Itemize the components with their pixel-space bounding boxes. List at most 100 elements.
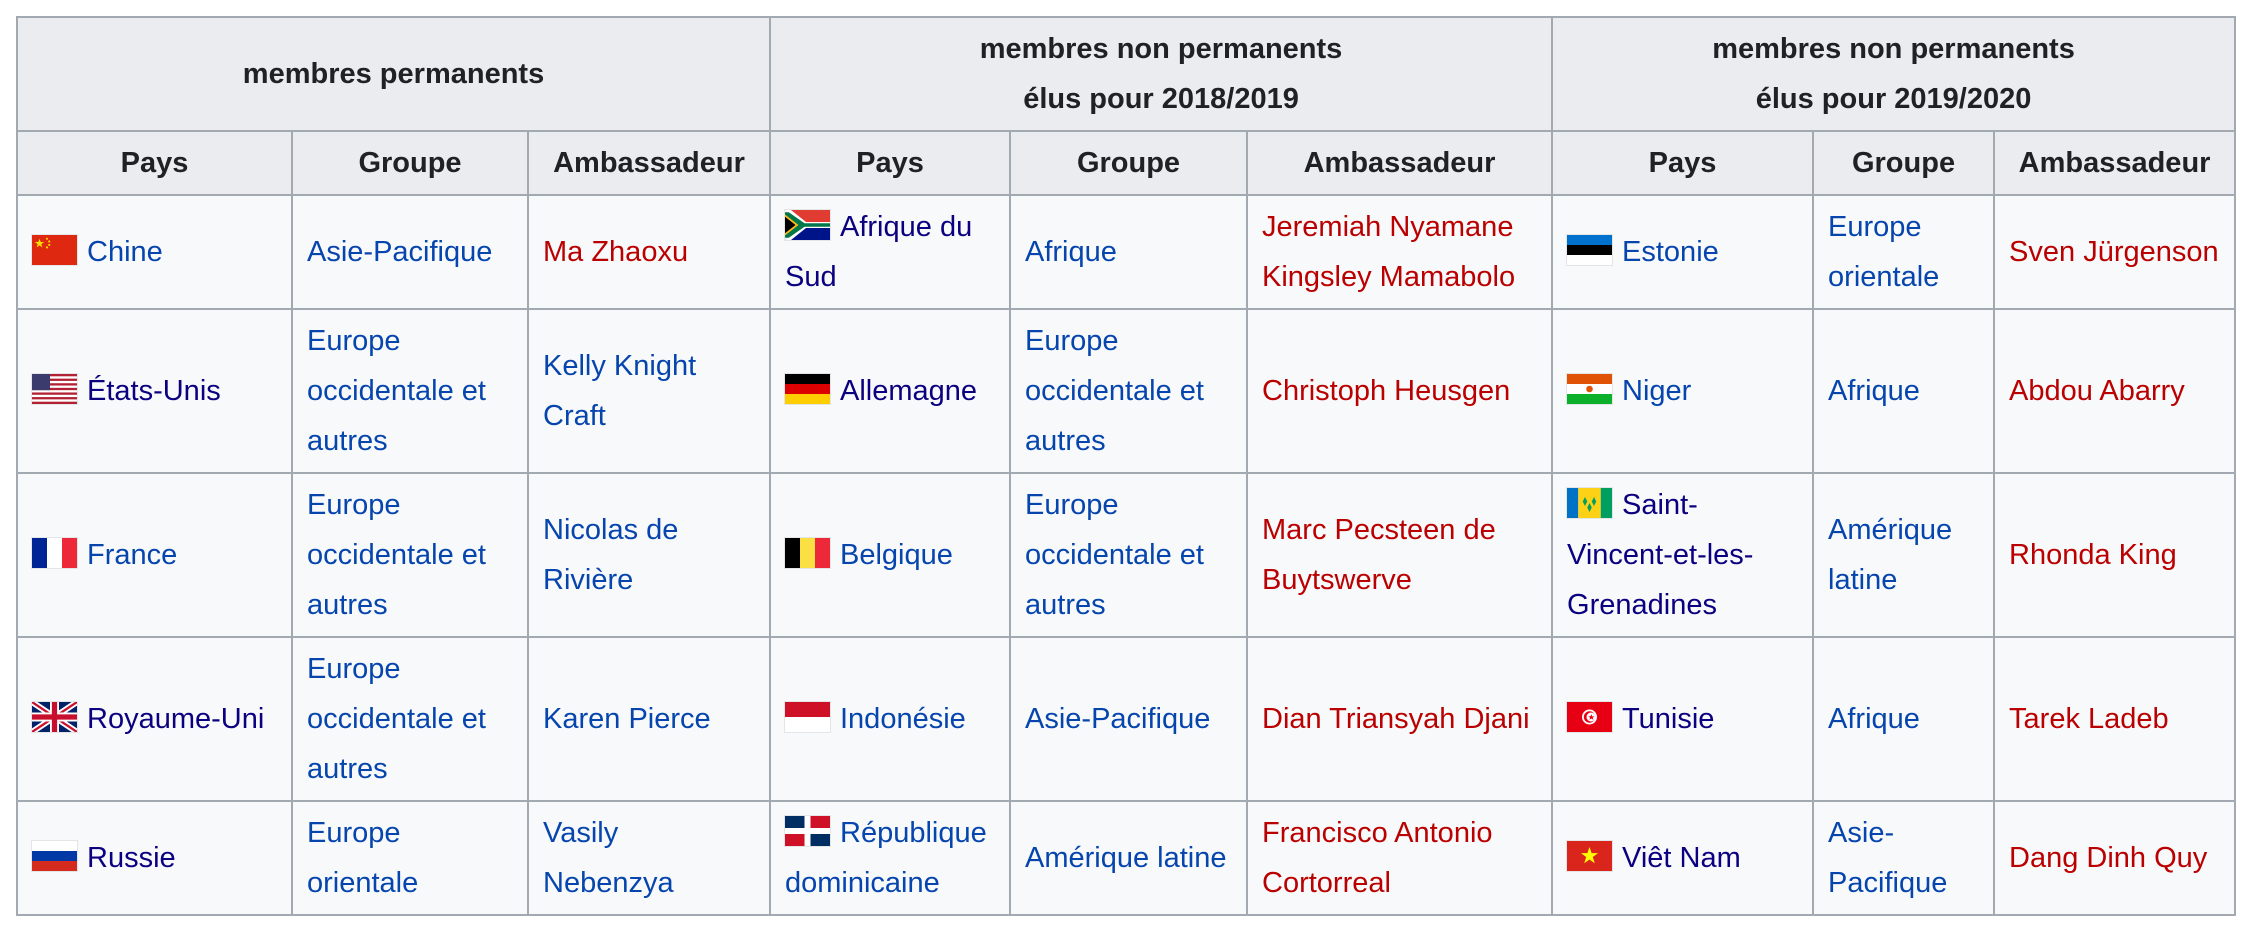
tunisia-flag-icon [1567, 702, 1613, 732]
country-cell: Indonésie [769, 636, 1011, 802]
column-header-ambassadeur: Ambassadeur [1245, 130, 1554, 196]
ambassador-link[interactable]: Dian Triansyah Djani [1262, 703, 1530, 735]
group-link[interactable]: Asie-Pacifique [307, 236, 492, 268]
group-link[interactable]: Afrique [1025, 236, 1117, 268]
country-cell: France [16, 472, 293, 638]
group-link[interactable]: Europe orientale [1828, 211, 1939, 293]
ambassador-cell: Abdou Abarry [1993, 308, 2237, 474]
ambassador-cell: Marc Pecsteen de Buytswerve [1245, 472, 1554, 638]
group-link[interactable]: Amérique latine [1828, 514, 1952, 596]
group-cell: Europe occidentale et autres [291, 472, 529, 638]
column-header-row: Pays Groupe Ambassadeur Pays Groupe Amba… [16, 130, 2237, 196]
country-cell: Afrique du Sud [769, 194, 1011, 310]
ambassador-link[interactable]: Sven Jürgenson [2009, 236, 2219, 268]
group-link[interactable]: Europe occidentale et autres [1025, 489, 1204, 621]
country-cell: Russie [16, 800, 293, 916]
group-cell: Asie-Pacifique [1009, 636, 1248, 802]
country-link[interactable]: Chine [87, 236, 163, 268]
group-header-nonpermanent-2018: membres non permanents élus pour 2018/201… [768, 16, 1554, 132]
group-cell: Europe occidentale et autres [291, 636, 529, 802]
column-header-pays: Pays [769, 130, 1011, 196]
group-link[interactable]: Afrique [1828, 703, 1920, 735]
ambassador-link[interactable]: Ma Zhaoxu [543, 236, 688, 268]
table-row: Russie Europe orientale Vasily Nebenzya … [16, 800, 2237, 916]
country-cell: Royaume-Uni [16, 636, 293, 802]
group-header-row: membres permanents membres non permanent… [16, 16, 2237, 132]
country-link[interactable]: Niger [1622, 375, 1691, 407]
country-link[interactable]: Estonie [1622, 236, 1719, 268]
country-link[interactable]: Allemagne [840, 375, 977, 407]
country-cell: Viêt Nam [1551, 800, 1815, 916]
country-link[interactable]: Tunisie [1622, 703, 1714, 735]
group-link[interactable]: Asie-Pacifique [1828, 817, 1947, 899]
group-header-permanent: membres permanents [16, 16, 771, 132]
country-link[interactable]: Viêt Nam [1622, 842, 1741, 874]
column-header-pays: Pays [1551, 130, 1815, 196]
ambassador-link[interactable]: Francisco Antonio Cortorreal [1262, 817, 1493, 899]
country-cell: Niger [1551, 308, 1815, 474]
ambassador-cell: Rhonda King [1993, 472, 2237, 638]
niger-flag-icon [1567, 374, 1613, 404]
ambassador-cell: Vasily Nebenzya [527, 800, 771, 916]
group-cell: Asie-Pacifique [1812, 800, 1996, 916]
country-link[interactable]: Belgique [840, 539, 953, 571]
column-header-groupe: Groupe [291, 130, 529, 196]
estonia-flag-icon [1567, 235, 1613, 265]
group-cell: Afrique [1812, 308, 1996, 474]
ambassador-cell: Nicolas de Rivière [527, 472, 771, 638]
ambassador-cell: Kelly Knight Craft [527, 308, 771, 474]
ambassador-link[interactable]: Vasily Nebenzya [543, 817, 674, 899]
ambassador-cell: Sven Jürgenson [1993, 194, 2237, 310]
group-link[interactable]: Asie-Pacifique [1025, 703, 1210, 735]
country-cell: Chine [16, 194, 293, 310]
ambassador-link[interactable]: Marc Pecsteen de Buytswerve [1262, 514, 1496, 596]
group-link[interactable]: Amérique latine [1025, 842, 1227, 874]
country-cell: États-Unis [16, 308, 293, 474]
vietnam-flag-icon [1567, 841, 1613, 871]
group-link[interactable]: Afrique [1828, 375, 1920, 407]
country-cell: République dominicaine [769, 800, 1011, 916]
ambassador-cell: Ma Zhaoxu [527, 194, 771, 310]
country-cell: Saint-Vincent-et-les-Grenadines [1551, 472, 1815, 638]
indonesia-flag-icon [785, 702, 830, 732]
group-cell: Asie-Pacifique [291, 194, 529, 310]
country-cell: Estonie [1551, 194, 1815, 310]
belgium-flag-icon [785, 538, 830, 568]
group-link[interactable]: Europe occidentale et autres [307, 653, 486, 785]
south-africa-flag-icon [785, 210, 830, 240]
group-link[interactable]: Europe occidentale et autres [1025, 325, 1204, 457]
column-header-pays: Pays [16, 130, 293, 196]
ambassador-link[interactable]: Abdou Abarry [2009, 375, 2185, 407]
ambassador-link[interactable]: Nicolas de Rivière [543, 514, 678, 596]
ambassador-cell: Dian Triansyah Djani [1245, 636, 1554, 802]
ambassador-link[interactable]: Kelly Knight Craft [543, 350, 696, 432]
group-cell: Afrique [1009, 194, 1248, 310]
country-cell: Allemagne [769, 308, 1011, 474]
ambassador-link[interactable]: Jeremiah Nyamane Kingsley Mamabolo [1262, 211, 1515, 293]
group-cell: Amérique latine [1812, 472, 1996, 638]
ambassador-link[interactable]: Rhonda King [2009, 539, 2177, 571]
country-link[interactable]: Royaume-Uni [87, 703, 264, 735]
table-row: États-Unis Europe occidentale et autres … [16, 308, 2237, 474]
country-link[interactable]: Indonésie [840, 703, 966, 735]
group-cell: Europe occidentale et autres [1009, 308, 1248, 474]
country-link[interactable]: France [87, 539, 177, 571]
ambassador-link[interactable]: Christoph Heusgen [1262, 375, 1510, 407]
ambassador-link[interactable]: Tarek Ladeb [2009, 703, 2169, 735]
ambassador-link[interactable]: Dang Dinh Quy [2009, 842, 2207, 874]
ambassador-link[interactable]: Karen Pierce [543, 703, 711, 735]
country-link[interactable]: Russie [87, 842, 176, 874]
russia-flag-icon [32, 841, 77, 871]
ambassador-cell: Francisco Antonio Cortorreal [1245, 800, 1554, 916]
ambassador-cell: Tarek Ladeb [1993, 636, 2237, 802]
group-link[interactable]: Europe occidentale et autres [307, 489, 486, 621]
ambassador-cell: Jeremiah Nyamane Kingsley Mamabolo [1245, 194, 1554, 310]
uk-flag-icon [32, 702, 77, 732]
table-row: Chine Asie-Pacifique Ma Zhaoxu Afrique d… [16, 194, 2237, 310]
group-link[interactable]: Europe occidentale et autres [307, 325, 486, 457]
group-cell: Europe orientale [1812, 194, 1996, 310]
group-link[interactable]: Europe orientale [307, 817, 418, 899]
security-council-table: membres permanents membres non permanent… [16, 16, 2237, 916]
country-link[interactable]: États-Unis [87, 375, 221, 407]
country-cell: Belgique [769, 472, 1011, 638]
